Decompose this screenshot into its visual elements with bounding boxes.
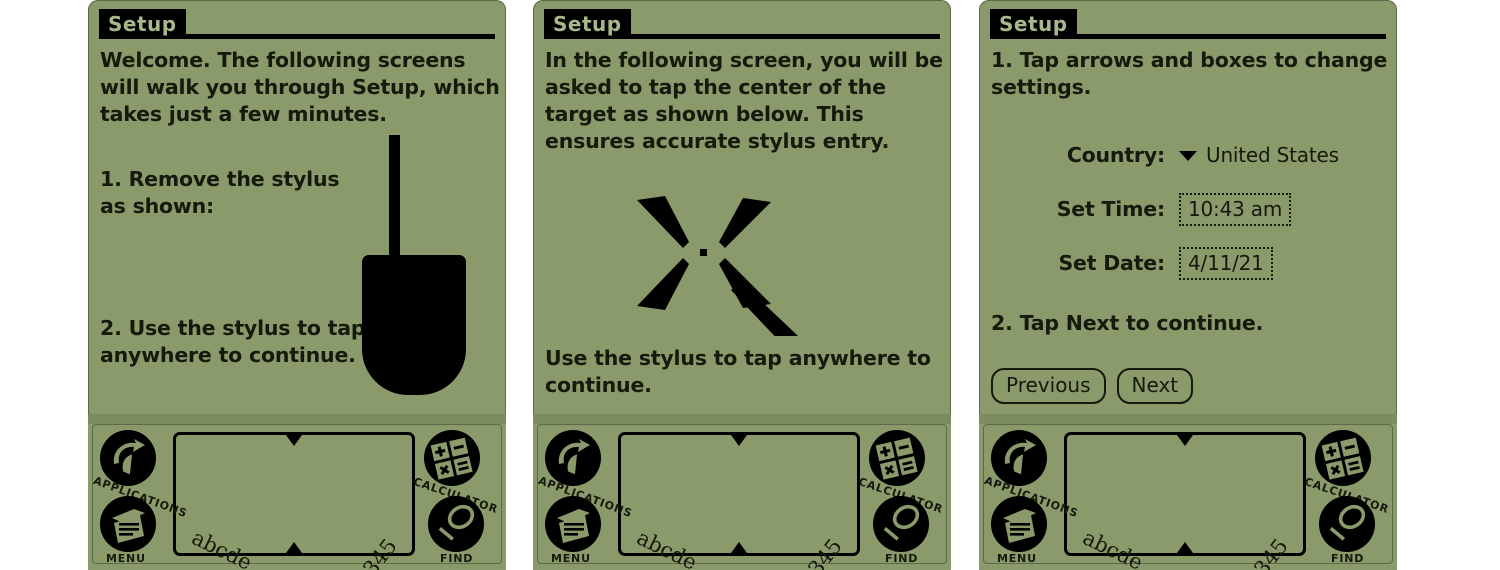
previous-button[interactable]: Previous [991, 368, 1106, 404]
button-row: Previous Next [991, 368, 1194, 404]
find-caption: FIND [1331, 552, 1365, 565]
silkscreen-area-3[interactable]: abcde 12345 APPLICATIONS MENU FIND [979, 414, 1397, 570]
step-2-text: 2. Use the stylus to tap anywhere to con… [100, 316, 366, 367]
graffiti-divider-bottom-marker [286, 542, 302, 553]
menu-glyph-icon [557, 509, 590, 543]
page-title-3: Setup [990, 9, 1077, 39]
calculator-glyph-icon [430, 437, 473, 480]
find-caption: FIND [440, 552, 474, 565]
setting-row-set-time: Set Time: 10:43 am [979, 182, 1397, 236]
titlebar-1: Setup [99, 9, 495, 39]
graffiti-divider-top-marker [1177, 435, 1193, 446]
find-caption: FIND [885, 552, 919, 565]
find-glyph-icon [883, 504, 920, 541]
country-value: United States [1206, 143, 1339, 167]
calculator-glyph-icon [875, 437, 918, 480]
set-time-field[interactable]: 10:43 am [1179, 192, 1292, 226]
footer-instruction-2: Use the stylus to tap anywhere to contin… [545, 346, 931, 397]
graffiti-divider-bottom-marker [731, 542, 747, 553]
menu-button[interactable]: MENU [991, 496, 1053, 565]
silkscreen-area-2[interactable]: abcde 12345 APPLICATIONS MENU FIND [533, 414, 951, 570]
set-date-label: Set Date: [1058, 251, 1165, 275]
silkscreen-top-band [979, 414, 1397, 424]
intro-paragraph-1: Welcome. The following screens will walk… [100, 48, 500, 126]
find-glyph-icon [438, 504, 475, 541]
step-1-text: 1. Tap arrows and boxes to change settin… [991, 48, 1388, 99]
country-label: Country: [1066, 143, 1165, 167]
palm-device-screen-1: Setup Welcome. The following screens wil… [88, 0, 506, 570]
country-popup-trigger[interactable]: United States [1179, 143, 1339, 167]
set-time-label: Set Time: [1056, 197, 1165, 221]
settings-list: Country: United States Set Time: 10:43 a… [979, 128, 1397, 290]
find-button[interactable]: FIND [428, 496, 490, 565]
menu-caption: MENU [997, 552, 1037, 565]
silkscreen-top-band [88, 414, 506, 424]
step-1-text: 1. Remove the stylus as shown: [100, 167, 340, 218]
find-button[interactable]: FIND [1319, 496, 1381, 565]
set-date-field[interactable]: 4/11/21 [1179, 246, 1273, 280]
graffiti-numbers-hint: 12345 [1232, 534, 1293, 570]
stylus-silo-shape [362, 255, 466, 395]
find-glyph-icon [1329, 504, 1366, 541]
next-button[interactable]: Next [1116, 368, 1194, 404]
palm-device-screen-3: Setup 1. Tap arrows and boxes to change … [979, 0, 1397, 570]
menu-caption: MENU [106, 552, 146, 565]
stylus-illustration [360, 135, 470, 395]
setting-row-country: Country: United States [979, 128, 1397, 182]
lcd-screen-1: Setup Welcome. The following screens wil… [88, 0, 506, 414]
titlebar-2: Setup [544, 9, 940, 39]
menu-button[interactable]: MENU [100, 496, 162, 565]
calculator-button[interactable]: CALCULATOR [1303, 430, 1391, 516]
applications-button[interactable]: APPLICATIONS [92, 430, 189, 520]
page-title-1: Setup [99, 9, 186, 39]
applications-button[interactable]: APPLICATIONS [537, 430, 634, 520]
stylus-collar-shape [368, 257, 460, 269]
palm-device-screen-2: Setup In the following screen, you will … [533, 0, 951, 570]
graffiti-input-area[interactable]: abcde 12345 [1064, 432, 1306, 570]
chevron-down-icon [1179, 151, 1197, 161]
silkscreen-area-1[interactable]: abcde 12345 APPLICATIONS MENU FIND [88, 414, 506, 570]
screenshot-stage: Setup Welcome. The following screens wil… [0, 0, 1500, 570]
calculator-button[interactable]: CALCULATOR [857, 430, 945, 516]
menu-button[interactable]: MENU [545, 496, 607, 565]
stylus-shaft-shape [389, 135, 400, 255]
lcd-screen-2: Setup In the following screen, you will … [533, 0, 951, 414]
graffiti-numbers-hint: 12345 [341, 534, 402, 570]
graffiti-numbers-hint: 12345 [786, 534, 847, 570]
menu-glyph-icon [1003, 509, 1036, 543]
calculator-glyph-icon [1321, 437, 1364, 480]
applications-button[interactable]: APPLICATIONS [983, 430, 1080, 520]
intro-paragraph-2: In the following screen, you will be ask… [545, 48, 943, 153]
graffiti-divider-top-marker [286, 435, 302, 446]
titlebar-3: Setup [990, 9, 1386, 39]
graffiti-input-area[interactable]: abcde 12345 [618, 432, 860, 570]
lcd-screen-3: Setup 1. Tap arrows and boxes to change … [979, 0, 1397, 414]
menu-caption: MENU [551, 552, 591, 565]
menu-glyph-icon [112, 509, 145, 543]
calibration-target-icon [637, 196, 799, 336]
graffiti-divider-top-marker [731, 435, 747, 446]
graffiti-divider-bottom-marker [1177, 542, 1193, 553]
graffiti-input-area[interactable]: abcde 12345 [173, 432, 415, 570]
silkscreen-top-band [533, 414, 951, 424]
find-button[interactable]: FIND [873, 496, 935, 565]
setting-row-set-date: Set Date: 4/11/21 [979, 236, 1397, 290]
calculator-button[interactable]: CALCULATOR [412, 430, 500, 516]
step-2-text: 2. Tap Next to continue. [991, 311, 1264, 335]
page-title-2: Setup [544, 9, 631, 39]
